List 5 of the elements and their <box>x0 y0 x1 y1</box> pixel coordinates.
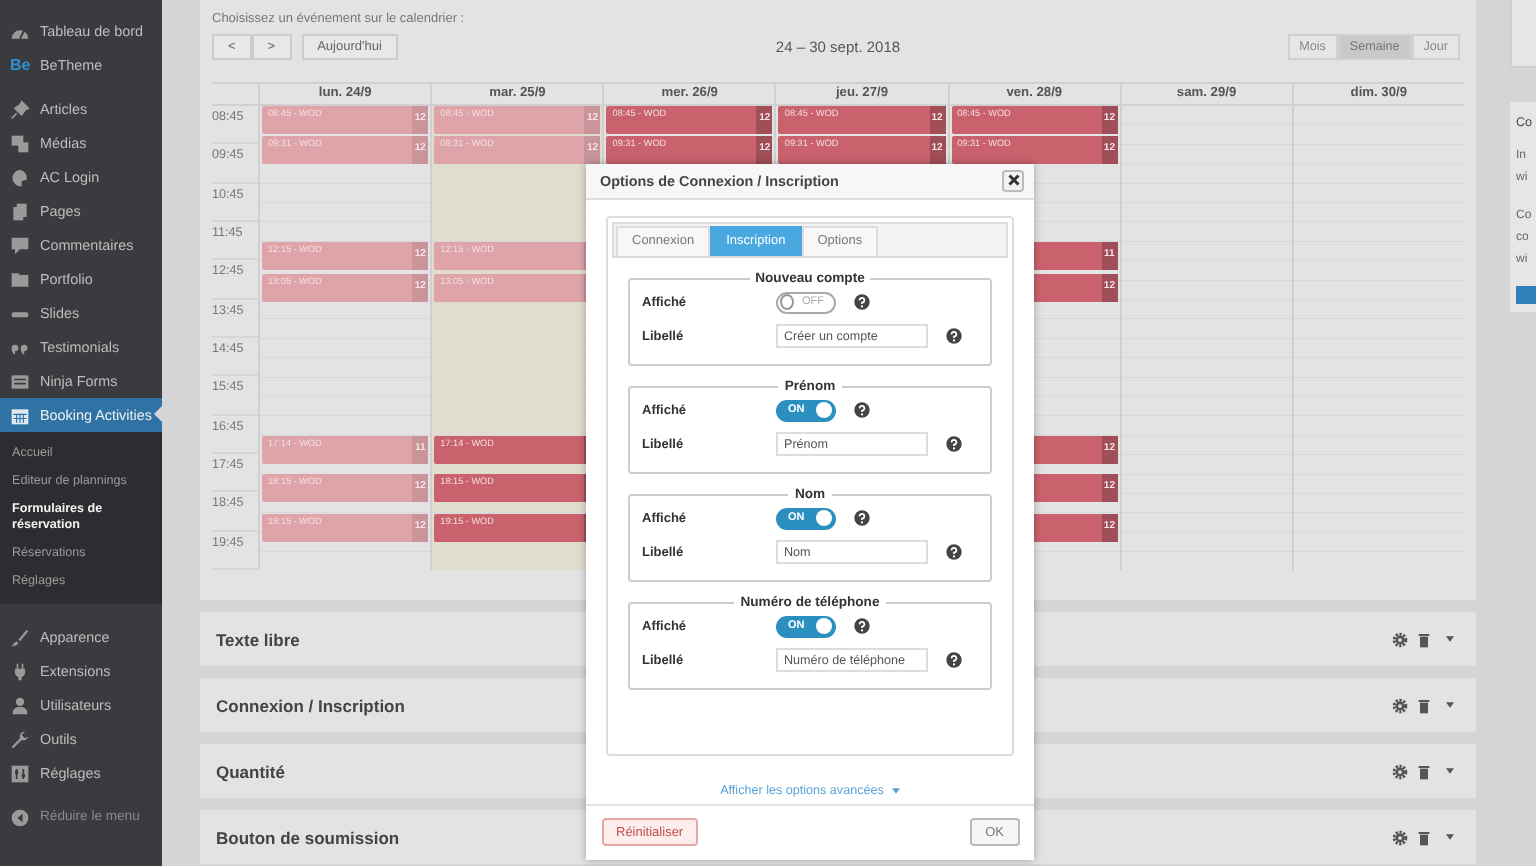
logo: Be <box>10 56 30 74</box>
panel-title: Texte libre <box>216 629 300 649</box>
panel-title: Connexion / Inscription <box>216 695 405 715</box>
panel-title: Bouton de soumission <box>216 827 400 847</box>
panel-title: Quantité <box>216 761 285 781</box>
